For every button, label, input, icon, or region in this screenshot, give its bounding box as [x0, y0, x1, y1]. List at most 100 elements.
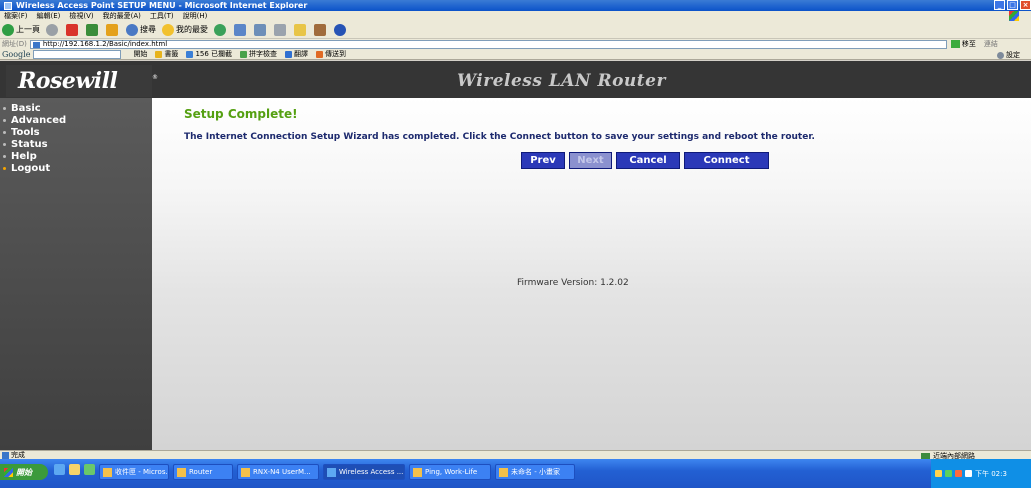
menu-tools[interactable]: 工具(T) — [150, 11, 174, 21]
bullet-icon — [3, 106, 6, 110]
search-icon — [126, 23, 138, 36]
nav-item-help[interactable]: Help — [0, 150, 66, 162]
google-send-label: 傳送到 — [325, 50, 347, 58]
media-quicklaunch-icon[interactable] — [84, 464, 95, 475]
cancel-button[interactable]: Cancel — [616, 152, 680, 169]
task-label: 未命名 - 小畫家 — [511, 468, 560, 476]
logo-text: Rosewill — [18, 68, 118, 94]
folder-button[interactable] — [294, 23, 308, 36]
media-button[interactable] — [214, 23, 228, 36]
history-button[interactable] — [234, 23, 248, 36]
task-label: RNX-N4 UserM... — [253, 468, 311, 476]
nav-label-logout: Logout — [11, 162, 51, 174]
address-label: 網址(D) — [2, 40, 27, 48]
nav-label-status: Status — [11, 138, 48, 150]
task-usermanual[interactable]: RNX-N4 UserM... — [237, 464, 319, 480]
google-translate-label: 翻譯 — [294, 50, 309, 58]
mail-icon — [254, 23, 266, 36]
nav-item-tools[interactable]: Tools — [0, 126, 66, 138]
go-label: 移至 — [961, 40, 976, 48]
folder-icon — [294, 23, 306, 36]
bullet-active-icon — [3, 166, 6, 170]
next-button: Next — [569, 152, 612, 169]
google-settings-button[interactable]: 設定 — [997, 50, 1020, 60]
google-bookmarks-button[interactable]: 書籤 — [155, 49, 178, 59]
refresh-button[interactable] — [86, 23, 100, 36]
print-button[interactable] — [274, 23, 288, 36]
tray-icon[interactable] — [955, 470, 962, 477]
tray-icon[interactable] — [945, 470, 952, 477]
nav-item-logout[interactable]: Logout — [0, 162, 66, 174]
forward-arrow-icon — [46, 23, 58, 36]
bullet-icon — [3, 130, 6, 134]
address-url: http://192.168.1.2/Basic/index.html — [42, 39, 168, 48]
search-button[interactable]: 搜尋 — [126, 23, 156, 36]
menu-view[interactable]: 檢視(V) — [69, 11, 93, 21]
header-title: Wireless LAN Router — [457, 71, 666, 91]
tools-button[interactable] — [314, 23, 328, 36]
system-tray: 下午 02:3 — [931, 459, 1031, 488]
main-content: Setup Complete! The Internet Connection … — [152, 98, 1031, 450]
google-send-button[interactable]: 傳送到 — [316, 49, 346, 59]
nav-item-status[interactable]: Status — [0, 138, 66, 150]
browser-toolbar: 上一頁 搜尋 我的最愛 — [0, 21, 1031, 39]
prev-button[interactable]: Prev — [521, 152, 565, 169]
minimize-button[interactable]: _ — [994, 0, 1005, 10]
mail-button[interactable] — [254, 23, 268, 36]
google-spellcheck-button[interactable]: 拼字檢查 — [240, 49, 277, 59]
forward-button[interactable] — [46, 23, 60, 36]
nav-item-advanced[interactable]: Advanced — [0, 114, 66, 126]
stop-button[interactable] — [66, 23, 80, 36]
go-arrow-icon — [950, 40, 960, 48]
task-router[interactable]: Router — [173, 464, 233, 480]
task-label: Wireless Access ... — [339, 468, 404, 476]
google-logo[interactable]: Google — [2, 50, 30, 59]
back-button[interactable]: 上一頁 — [2, 23, 40, 36]
bullet-icon — [3, 142, 6, 146]
home-icon — [106, 23, 118, 36]
task-ping[interactable]: Ping, Work-Life — [409, 464, 491, 480]
page-done-icon — [2, 451, 9, 459]
ie-quicklaunch-icon[interactable] — [54, 464, 65, 475]
window-icon — [413, 467, 422, 477]
settings-gear-icon — [997, 51, 1004, 59]
search-label: 搜尋 — [140, 25, 156, 34]
desktop-quicklaunch-icon[interactable] — [69, 464, 80, 475]
windows-flag-icon — [4, 467, 13, 477]
windows-logo-icon — [1009, 11, 1019, 21]
google-popup-blocker[interactable]: 156 已攔截 — [186, 49, 232, 59]
folder-icon — [177, 467, 186, 477]
google-spell-label: 拼字檢查 — [249, 50, 278, 58]
menu-favorites[interactable]: 我的最愛(A) — [103, 11, 141, 21]
google-translate-button[interactable]: 翻譯 — [285, 49, 308, 59]
task-wireless-access[interactable]: Wireless Access ... — [323, 464, 405, 480]
task-paint[interactable]: 未命名 - 小畫家 — [495, 464, 575, 480]
menu-edit[interactable]: 編輯(E) — [37, 11, 61, 21]
menu-file[interactable]: 檔案(F) — [4, 11, 28, 21]
task-outlook[interactable]: 收件匣 - Micros... — [99, 464, 169, 480]
stop-icon — [66, 23, 78, 36]
close-button[interactable]: × — [1020, 0, 1031, 10]
favorites-label: 我的最愛 — [176, 25, 208, 34]
connect-button[interactable]: Connect — [684, 152, 769, 169]
windows-taskbar: 開始 收件匣 - Micros... Router RNX-N4 UserM..… — [0, 459, 1031, 488]
google-search-input[interactable] — [33, 49, 122, 59]
messenger-button[interactable] — [334, 23, 348, 36]
completion-message: The Internet Connection Setup Wizard has… — [184, 132, 815, 142]
menu-help[interactable]: 說明(H) — [183, 11, 208, 21]
tray-icon[interactable] — [935, 470, 942, 477]
bullet-icon — [3, 118, 6, 122]
nav-item-basic[interactable]: Basic — [0, 102, 66, 114]
task-label: Router — [189, 468, 213, 476]
spellcheck-icon — [240, 50, 248, 58]
google-start-button[interactable]: 開始 — [133, 49, 147, 59]
tray-icon[interactable] — [965, 470, 972, 477]
links-label[interactable]: 連結 — [984, 39, 998, 49]
start-button[interactable]: 開始 — [0, 464, 48, 480]
address-input[interactable]: http://192.168.1.2/Basic/index.html — [29, 39, 947, 49]
send-arrow-icon — [316, 50, 324, 58]
maximize-button[interactable]: □ — [1007, 0, 1018, 10]
favorites-button[interactable]: 我的最愛 — [162, 23, 208, 36]
home-button[interactable] — [106, 23, 120, 36]
go-button[interactable]: 移至 — [950, 39, 976, 49]
